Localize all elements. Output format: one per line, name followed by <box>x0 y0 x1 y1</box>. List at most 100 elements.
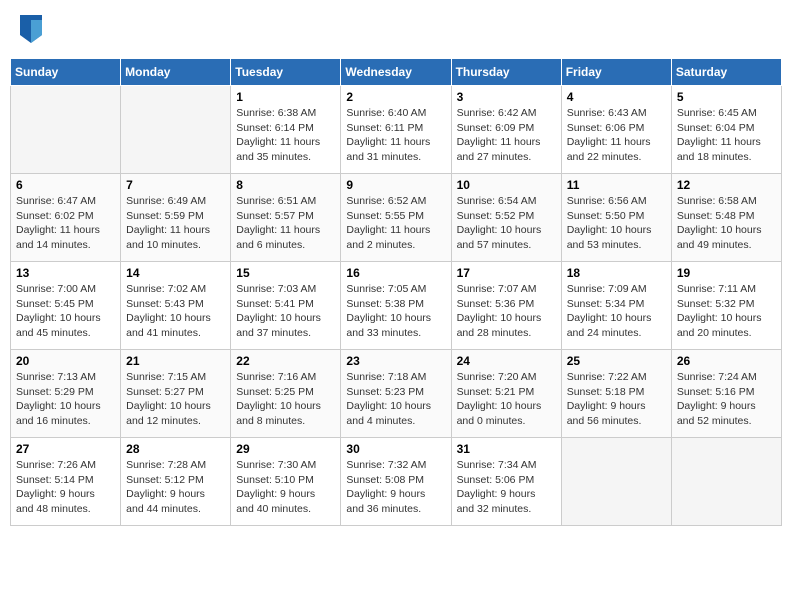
day-info: Sunrise: 6:43 AM Sunset: 6:06 PM Dayligh… <box>567 106 666 165</box>
calendar-header-tuesday: Tuesday <box>231 59 341 86</box>
day-number: 6 <box>16 178 115 192</box>
calendar-cell: 18 Sunrise: 7:09 AM Sunset: 5:34 PM Dayli… <box>561 262 671 350</box>
day-info: Sunrise: 7:02 AM Sunset: 5:43 PM Dayligh… <box>126 282 225 341</box>
calendar-cell <box>11 86 121 174</box>
calendar-cell: 19 Sunrise: 7:11 AM Sunset: 5:32 PM Dayli… <box>671 262 781 350</box>
calendar-week-row: 27 Sunrise: 7:26 AM Sunset: 5:14 PM Dayli… <box>11 438 782 526</box>
day-number: 21 <box>126 354 225 368</box>
day-number: 2 <box>346 90 445 104</box>
day-info: Sunrise: 6:51 AM Sunset: 5:57 PM Dayligh… <box>236 194 335 253</box>
calendar-cell: 29Sunrise: 7:30 AM Sunset: 5:10 PM Dayli… <box>231 438 341 526</box>
day-number: 8 <box>236 178 335 192</box>
day-info: Sunrise: 7:05 AM Sunset: 5:38 PM Dayligh… <box>346 282 445 341</box>
calendar-header-monday: Monday <box>121 59 231 86</box>
day-info: Sunrise: 7:34 AM Sunset: 5:06 PM Dayligh… <box>457 458 556 517</box>
day-info: Sunrise: 6:47 AM Sunset: 6:02 PM Dayligh… <box>16 194 115 253</box>
day-number: 31 <box>457 442 556 456</box>
day-info: Sunrise: 6:52 AM Sunset: 5:55 PM Dayligh… <box>346 194 445 253</box>
day-number: 26 <box>677 354 776 368</box>
day-info: Sunrise: 7:26 AM Sunset: 5:14 PM Dayligh… <box>16 458 115 517</box>
calendar-cell <box>671 438 781 526</box>
day-info: Sunrise: 7:30 AM Sunset: 5:10 PM Dayligh… <box>236 458 335 517</box>
day-number: 24 <box>457 354 556 368</box>
calendar-cell: 4 Sunrise: 6:43 AM Sunset: 6:06 PM Daylig… <box>561 86 671 174</box>
day-number: 16 <box>346 266 445 280</box>
day-number: 28 <box>126 442 225 456</box>
calendar-cell: 2 Sunrise: 6:40 AM Sunset: 6:11 PM Daylig… <box>341 86 451 174</box>
day-info: Sunrise: 6:42 AM Sunset: 6:09 PM Dayligh… <box>457 106 556 165</box>
calendar-cell: 30 Sunrise: 7:32 AM Sunset: 5:08 PM Dayli… <box>341 438 451 526</box>
calendar-cell: 16 Sunrise: 7:05 AM Sunset: 5:38 PM Dayli… <box>341 262 451 350</box>
calendar-header-row: SundayMondayTuesdayWednesdayThursdayFrid… <box>11 59 782 86</box>
day-info: Sunrise: 7:00 AM Sunset: 5:45 PM Dayligh… <box>16 282 115 341</box>
day-number: 25 <box>567 354 666 368</box>
day-info: Sunrise: 6:45 AM Sunset: 6:04 PM Dayligh… <box>677 106 776 165</box>
day-info: Sunrise: 6:49 AM Sunset: 5:59 PM Dayligh… <box>126 194 225 253</box>
calendar-week-row: 13 Sunrise: 7:00 AM Sunset: 5:45 PM Dayli… <box>11 262 782 350</box>
day-number: 22 <box>236 354 335 368</box>
day-number: 10 <box>457 178 556 192</box>
day-number: 15 <box>236 266 335 280</box>
day-info: Sunrise: 7:32 AM Sunset: 5:08 PM Dayligh… <box>346 458 445 517</box>
day-info: Sunrise: 6:38 AM Sunset: 6:14 PM Dayligh… <box>236 106 335 165</box>
day-info: Sunrise: 7:28 AM Sunset: 5:12 PM Dayligh… <box>126 458 225 517</box>
day-info: Sunrise: 7:09 AM Sunset: 5:34 PM Dayligh… <box>567 282 666 341</box>
calendar-cell <box>121 86 231 174</box>
day-info: Sunrise: 6:54 AM Sunset: 5:52 PM Dayligh… <box>457 194 556 253</box>
day-number: 9 <box>346 178 445 192</box>
calendar-cell: 20 Sunrise: 7:13 AM Sunset: 5:29 PM Dayli… <box>11 350 121 438</box>
day-number: 30 <box>346 442 445 456</box>
day-info: Sunrise: 7:15 AM Sunset: 5:27 PM Dayligh… <box>126 370 225 429</box>
calendar-week-row: 20 Sunrise: 7:13 AM Sunset: 5:29 PM Dayli… <box>11 350 782 438</box>
day-info: Sunrise: 6:56 AM Sunset: 5:50 PM Dayligh… <box>567 194 666 253</box>
calendar-cell: 17 Sunrise: 7:07 AM Sunset: 5:36 PM Dayli… <box>451 262 561 350</box>
calendar-cell: 5 Sunrise: 6:45 AM Sunset: 6:04 PM Daylig… <box>671 86 781 174</box>
day-number: 4 <box>567 90 666 104</box>
calendar-table: SundayMondayTuesdayWednesdayThursdayFrid… <box>10 58 782 526</box>
day-info: Sunrise: 7:11 AM Sunset: 5:32 PM Dayligh… <box>677 282 776 341</box>
calendar-header-thursday: Thursday <box>451 59 561 86</box>
day-number: 13 <box>16 266 115 280</box>
day-info: Sunrise: 7:13 AM Sunset: 5:29 PM Dayligh… <box>16 370 115 429</box>
calendar-cell: 11Sunrise: 6:56 AM Sunset: 5:50 PM Dayli… <box>561 174 671 262</box>
day-number: 18 <box>567 266 666 280</box>
day-number: 17 <box>457 266 556 280</box>
calendar-week-row: 1 Sunrise: 6:38 AM Sunset: 6:14 PM Daylig… <box>11 86 782 174</box>
day-number: 5 <box>677 90 776 104</box>
page-header <box>10 10 782 48</box>
calendar-cell: 8 Sunrise: 6:51 AM Sunset: 5:57 PM Daylig… <box>231 174 341 262</box>
calendar-header-wednesday: Wednesday <box>341 59 451 86</box>
day-number: 20 <box>16 354 115 368</box>
calendar-header-saturday: Saturday <box>671 59 781 86</box>
calendar-header-friday: Friday <box>561 59 671 86</box>
day-number: 14 <box>126 266 225 280</box>
calendar-cell: 7 Sunrise: 6:49 AM Sunset: 5:59 PM Daylig… <box>121 174 231 262</box>
day-number: 12 <box>677 178 776 192</box>
day-number: 27 <box>16 442 115 456</box>
day-info: Sunrise: 7:20 AM Sunset: 5:21 PM Dayligh… <box>457 370 556 429</box>
day-info: Sunrise: 6:40 AM Sunset: 6:11 PM Dayligh… <box>346 106 445 165</box>
calendar-cell: 24 Sunrise: 7:20 AM Sunset: 5:21 PM Dayli… <box>451 350 561 438</box>
day-number: 1 <box>236 90 335 104</box>
day-info: Sunrise: 7:24 AM Sunset: 5:16 PM Dayligh… <box>677 370 776 429</box>
calendar-cell: 23 Sunrise: 7:18 AM Sunset: 5:23 PM Dayli… <box>341 350 451 438</box>
day-info: Sunrise: 7:16 AM Sunset: 5:25 PM Dayligh… <box>236 370 335 429</box>
calendar-cell: 31 Sunrise: 7:34 AM Sunset: 5:06 PM Dayli… <box>451 438 561 526</box>
day-info: Sunrise: 7:18 AM Sunset: 5:23 PM Dayligh… <box>346 370 445 429</box>
day-info: Sunrise: 7:03 AM Sunset: 5:41 PM Dayligh… <box>236 282 335 341</box>
day-number: 7 <box>126 178 225 192</box>
day-number: 23 <box>346 354 445 368</box>
calendar-cell: 26 Sunrise: 7:24 AM Sunset: 5:16 PM Dayli… <box>671 350 781 438</box>
calendar-cell: 9 Sunrise: 6:52 AM Sunset: 5:55 PM Daylig… <box>341 174 451 262</box>
calendar-cell: 10 Sunrise: 6:54 AM Sunset: 5:52 PM Dayli… <box>451 174 561 262</box>
day-number: 19 <box>677 266 776 280</box>
day-info: Sunrise: 7:07 AM Sunset: 5:36 PM Dayligh… <box>457 282 556 341</box>
calendar-cell: 27 Sunrise: 7:26 AM Sunset: 5:14 PM Dayli… <box>11 438 121 526</box>
calendar-cell: 1 Sunrise: 6:38 AM Sunset: 6:14 PM Daylig… <box>231 86 341 174</box>
calendar-header-sunday: Sunday <box>11 59 121 86</box>
day-number: 3 <box>457 90 556 104</box>
logo <box>20 15 46 43</box>
day-info: Sunrise: 7:22 AM Sunset: 5:18 PM Dayligh… <box>567 370 666 429</box>
calendar-cell: 13 Sunrise: 7:00 AM Sunset: 5:45 PM Dayli… <box>11 262 121 350</box>
calendar-cell: 21 Sunrise: 7:15 AM Sunset: 5:27 PM Dayli… <box>121 350 231 438</box>
